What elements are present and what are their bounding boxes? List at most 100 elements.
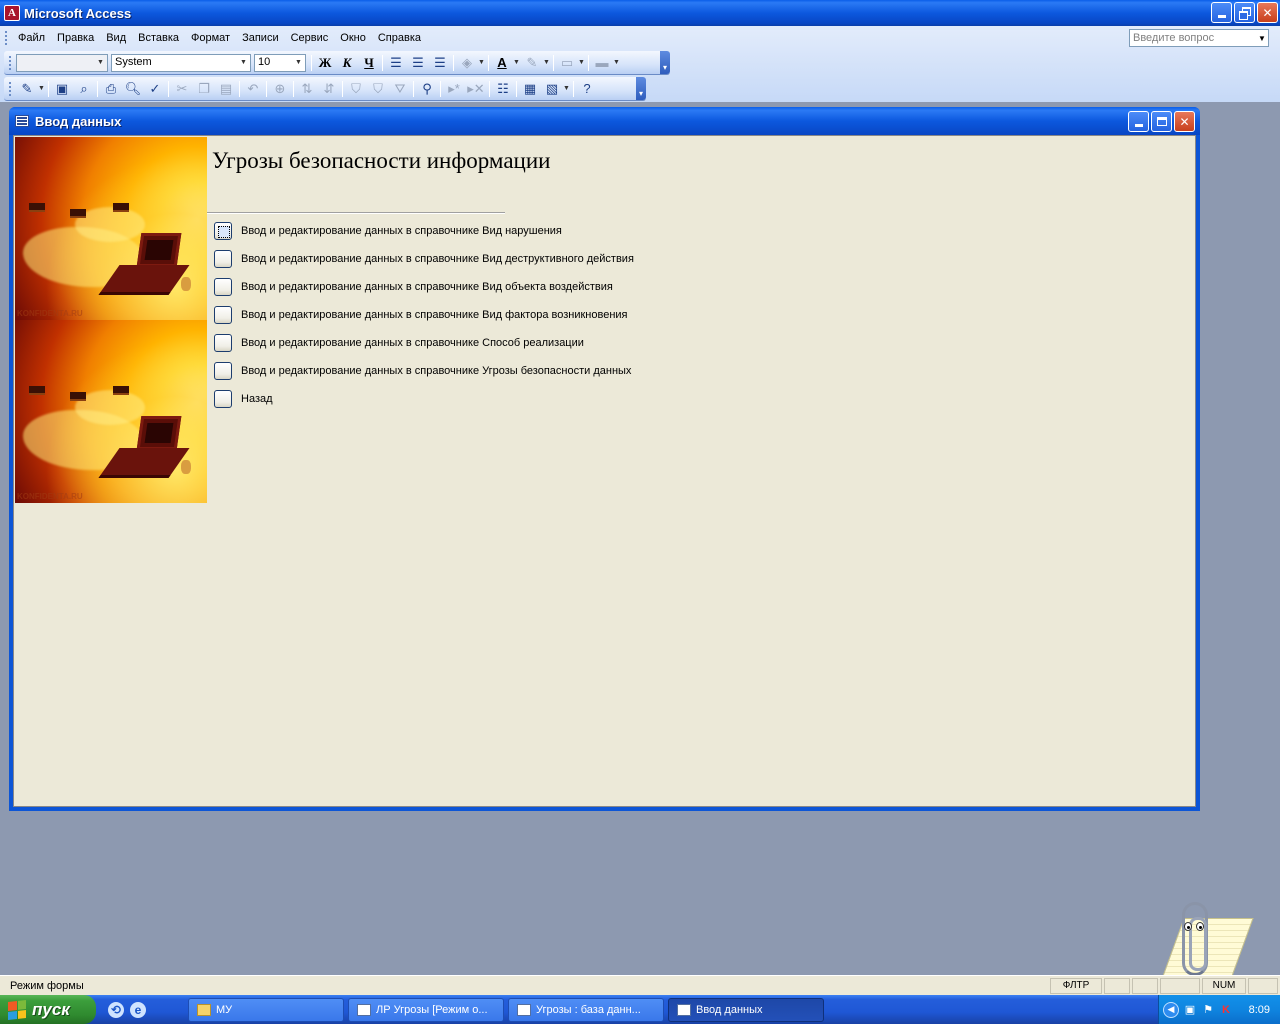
form-titlebar[interactable]: Ввод данных ✕: [9, 107, 1200, 135]
print-preview-icon[interactable]: 🔍︎: [122, 79, 144, 99]
file-search-icon[interactable]: ⌕: [73, 79, 95, 99]
database-window-icon[interactable]: ▦: [519, 79, 541, 99]
align-center-icon[interactable]: ☰: [407, 53, 429, 73]
hyperlink-icon[interactable]: ⊕: [269, 79, 291, 99]
align-right-icon[interactable]: ☰: [429, 53, 451, 73]
menu-file[interactable]: Файл: [12, 32, 51, 44]
align-left-icon[interactable]: ☰: [385, 53, 407, 73]
undo-icon[interactable]: ↶: [242, 79, 264, 99]
kaspersky-icon[interactable]: K: [1219, 1003, 1233, 1017]
border-icon[interactable]: ▭: [556, 53, 578, 73]
copy-icon[interactable]: ❐: [193, 79, 215, 99]
properties-icon[interactable]: ☷: [492, 79, 514, 99]
chevron-down-icon[interactable]: ▼: [293, 56, 304, 70]
view-design-icon[interactable]: ✎: [16, 79, 38, 99]
cut-icon[interactable]: ✂: [171, 79, 193, 99]
chevron-down-icon[interactable]: ▼: [513, 59, 521, 66]
nav-row-origin-factor[interactable]: Ввод и редактирование данных в справочни…: [214, 305, 628, 325]
bold-button[interactable]: Ж: [314, 53, 336, 73]
media-player-icon[interactable]: ⟲: [108, 1001, 124, 1018]
form-icon[interactable]: [15, 115, 29, 127]
toolbar-grip-icon[interactable]: [9, 55, 12, 70]
open-destructive-action-button[interactable]: [214, 250, 232, 268]
task-button-word-doc[interactable]: ЛР Угрозы [Режим о...: [348, 997, 504, 1022]
filter-by-selection-icon[interactable]: ⛉: [345, 79, 367, 99]
open-security-threats-button[interactable]: [214, 362, 232, 380]
nav-row-security-threats[interactable]: Ввод и редактирование данных в справочни…: [214, 361, 631, 381]
chevron-down-icon[interactable]: ▼: [613, 59, 621, 66]
security-alert-icon[interactable]: ⚑: [1201, 1003, 1215, 1017]
nav-row-impact-object[interactable]: Ввод и редактирование данных в справочни…: [214, 277, 613, 297]
chevron-down-icon[interactable]: ▼: [578, 59, 586, 66]
chevron-down-icon[interactable]: ▼: [1256, 30, 1268, 46]
toolbar-grip-icon[interactable]: [9, 81, 12, 96]
spelling-icon[interactable]: ✓: [144, 79, 166, 99]
open-impact-object-button[interactable]: [214, 278, 232, 296]
line-width-icon[interactable]: ▬: [591, 53, 613, 73]
font-name-combo[interactable]: System ▼: [111, 53, 251, 72]
find-icon[interactable]: ⚲: [416, 79, 438, 99]
start-button[interactable]: пуск: [0, 995, 96, 1024]
filter-by-form-icon[interactable]: ⛉: [367, 79, 389, 99]
fill-color-icon[interactable]: ◈: [456, 53, 478, 73]
font-size-combo[interactable]: 10 ▼: [254, 53, 306, 72]
form-close-button[interactable]: ✕: [1174, 111, 1195, 132]
nav-row-violation-type[interactable]: Ввод и редактирование данных в справочни…: [214, 221, 562, 241]
object-combo[interactable]: ▼: [16, 53, 108, 72]
menu-view[interactable]: Вид: [100, 32, 132, 44]
nav-row-back[interactable]: Назад: [214, 389, 273, 409]
menu-edit[interactable]: Правка: [51, 32, 100, 44]
network-icon[interactable]: ▣: [1183, 1003, 1197, 1017]
chevron-down-icon[interactable]: ▼: [543, 59, 551, 66]
chevron-down-icon[interactable]: ▼: [38, 85, 46, 92]
menu-format[interactable]: Формат: [185, 32, 236, 44]
open-origin-factor-button[interactable]: [214, 306, 232, 324]
menu-help[interactable]: Справка: [372, 32, 427, 44]
sort-ascending-icon[interactable]: ⇅: [296, 79, 318, 99]
access-app-icon[interactable]: A: [4, 5, 20, 21]
new-object-icon[interactable]: ▧: [541, 79, 563, 99]
task-button-database[interactable]: Угрозы : база данн...: [508, 997, 664, 1022]
help-icon[interactable]: ?: [576, 79, 598, 99]
nav-row-implementation-method[interactable]: Ввод и редактирование данных в справочни…: [214, 333, 584, 353]
back-button[interactable]: [214, 390, 232, 408]
close-button[interactable]: ✕: [1257, 2, 1278, 23]
form-minimize-button[interactable]: [1128, 111, 1149, 132]
app-titlebar[interactable]: A Microsoft Access ✕: [0, 0, 1280, 26]
chevron-left-icon[interactable]: ◀: [1163, 1001, 1179, 1018]
paste-icon[interactable]: ▤: [215, 79, 237, 99]
menu-tools[interactable]: Сервис: [285, 32, 335, 44]
restore-button[interactable]: [1234, 2, 1255, 23]
ask-question-box[interactable]: Введите вопрос ▼: [1129, 29, 1269, 47]
nav-row-destructive-action[interactable]: Ввод и редактирование данных в справочни…: [214, 249, 634, 269]
delete-record-icon[interactable]: ▸✕: [465, 79, 487, 99]
new-record-icon[interactable]: ▸*: [443, 79, 465, 99]
menu-window[interactable]: Окно: [334, 32, 372, 44]
open-violation-type-button[interactable]: [214, 222, 232, 240]
close-icon: ✕: [1262, 5, 1273, 20]
font-color-icon[interactable]: A: [491, 53, 513, 73]
task-button-form[interactable]: Ввод данных: [668, 997, 824, 1022]
apply-filter-icon[interactable]: ⛛: [389, 79, 411, 99]
underline-button[interactable]: Ч: [358, 53, 380, 73]
task-button-mu[interactable]: МУ: [188, 997, 344, 1022]
internet-explorer-icon[interactable]: e: [130, 1001, 146, 1018]
menubar-grip-icon[interactable]: [5, 31, 8, 45]
chevron-down-icon[interactable]: ▼: [563, 85, 571, 92]
open-implementation-method-button[interactable]: [214, 334, 232, 352]
form-maximize-button[interactable]: [1151, 111, 1172, 132]
toolbar-options-icon[interactable]: ▾: [660, 51, 670, 74]
save-icon[interactable]: ▣: [51, 79, 73, 99]
italic-button[interactable]: К: [336, 53, 358, 73]
minimize-button[interactable]: [1211, 2, 1232, 23]
menu-insert[interactable]: Вставка: [132, 32, 185, 44]
chevron-down-icon[interactable]: ▼: [95, 56, 106, 70]
clock[interactable]: 8:09: [1249, 1004, 1270, 1016]
chevron-down-icon[interactable]: ▼: [238, 56, 249, 70]
print-icon[interactable]: ⎙: [100, 79, 122, 99]
line-color-icon[interactable]: ✎: [521, 53, 543, 73]
menu-records[interactable]: Записи: [236, 32, 285, 44]
sort-descending-icon[interactable]: ⇵: [318, 79, 340, 99]
toolbar-options-icon[interactable]: ▾: [636, 77, 646, 100]
chevron-down-icon[interactable]: ▼: [478, 59, 486, 66]
